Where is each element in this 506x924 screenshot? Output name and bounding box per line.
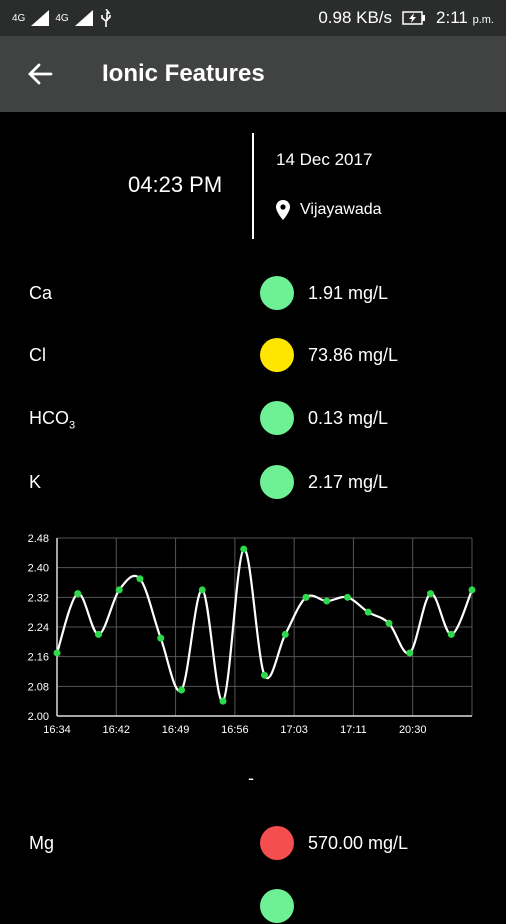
y-tick-label: 2.48 [28,533,49,545]
data-point [53,649,61,657]
x-tick-label: 20:30 [399,724,427,736]
ion-row-hco3: HCO3 0.13 mg/L [0,400,506,436]
separator: - [248,768,254,788]
y-tick-label: 2.40 [28,563,49,575]
x-tick-label: 16:56 [221,724,249,736]
ion-value: 0.13 mg/L [308,408,389,428]
data-point [302,593,310,601]
ion-name: Cl [29,345,46,365]
reading-location: Vijayawada [276,200,382,220]
y-tick-label: 2.16 [28,652,49,664]
signal-icon [31,10,50,26]
ion-name: Ca [29,283,53,303]
status-bar: 4G 4G 0.98 KB/s 2:11 p.m. [0,0,506,36]
ion-row-cl: Cl 73.86 mg/L [0,337,506,373]
signal-icon [74,10,93,26]
clock: 2:11 p.m. [436,8,494,28]
status-bar-left: 4G 4G [12,9,113,27]
status-dot [260,889,294,923]
ion-name-subscript: 3 [69,419,76,432]
ion-name-main: HCO [29,408,69,428]
ion-row-ca: Ca 1.91 mg/L [0,275,506,311]
reading-time: 04:23 PM [128,172,223,197]
location-pin-icon [276,200,290,220]
data-point [344,593,351,601]
data-point [240,545,248,553]
data-point [178,686,185,694]
status-dot [260,338,294,372]
ion-name: HCO3 [29,408,75,432]
y-tick-label: 2.24 [28,622,49,634]
page-title: Ionic Features [102,60,265,87]
battery-charging-icon [402,11,426,25]
ion-value: 1.91 mg/L [308,283,389,303]
x-tick-label: 17:11 [340,724,367,736]
arrow-back-icon [28,63,53,85]
data-point [219,697,227,705]
y-tick-label: 2.00 [28,711,49,723]
data-point [385,619,393,627]
clock-time: 2:11 [436,8,468,27]
reading-date: 14 Dec 2017 [276,150,373,169]
ion-row-next [0,888,506,924]
network-speed: 0.98 KB/s [318,8,393,27]
x-tick-label: 16:42 [103,724,131,736]
ion-value: 2.17 mg/L [308,472,389,492]
x-tick-label: 16:34 [43,724,71,736]
ion-name: Mg [29,833,55,853]
data-point [198,586,206,594]
usb-icon [100,9,111,27]
data-point [406,649,414,657]
data-point [261,671,268,679]
data-point [323,597,331,605]
y-tick-label: 2.32 [28,592,49,604]
location-text: Vijayawada [300,201,382,218]
status-dot [260,826,294,860]
data-point [115,586,123,594]
ion-name: K [29,472,42,492]
ion-value: 73.86 mg/L [308,345,399,365]
data-point [447,630,455,638]
data-point [74,590,82,598]
ion-row-mg: Mg 570.00 mg/L [0,825,506,861]
status-dot [260,401,294,435]
data-point [157,634,165,642]
data-point [427,590,434,598]
data-point [364,608,372,616]
data-point [136,575,144,583]
data-point [281,630,289,638]
y-tick-label: 2.08 [28,681,49,693]
ion-trend-chart: 2.48 2.40 2.32 2.24 2.16 2.08 2.0016:34 16:42 16… [28,533,476,736]
status-dot [260,276,294,310]
app-bar: Ionic Features [0,36,506,112]
ion-value: 570.00 mg/L [308,833,409,853]
data-point [95,630,102,638]
status-dot [260,465,294,499]
back-button[interactable] [0,36,80,112]
x-tick-label: 16:49 [162,724,190,736]
x-tick-label: 17:03 [280,724,308,736]
network-type-1: 4G [12,12,26,24]
status-bar-right: 0.98 KB/s 2:11 p.m. [318,8,494,28]
divider [252,133,254,239]
ion-row-k: K 2.17 mg/L [0,464,506,500]
network-type-2: 4G [55,12,69,24]
data-point [468,586,476,594]
clock-ampm: p.m. [472,14,494,26]
